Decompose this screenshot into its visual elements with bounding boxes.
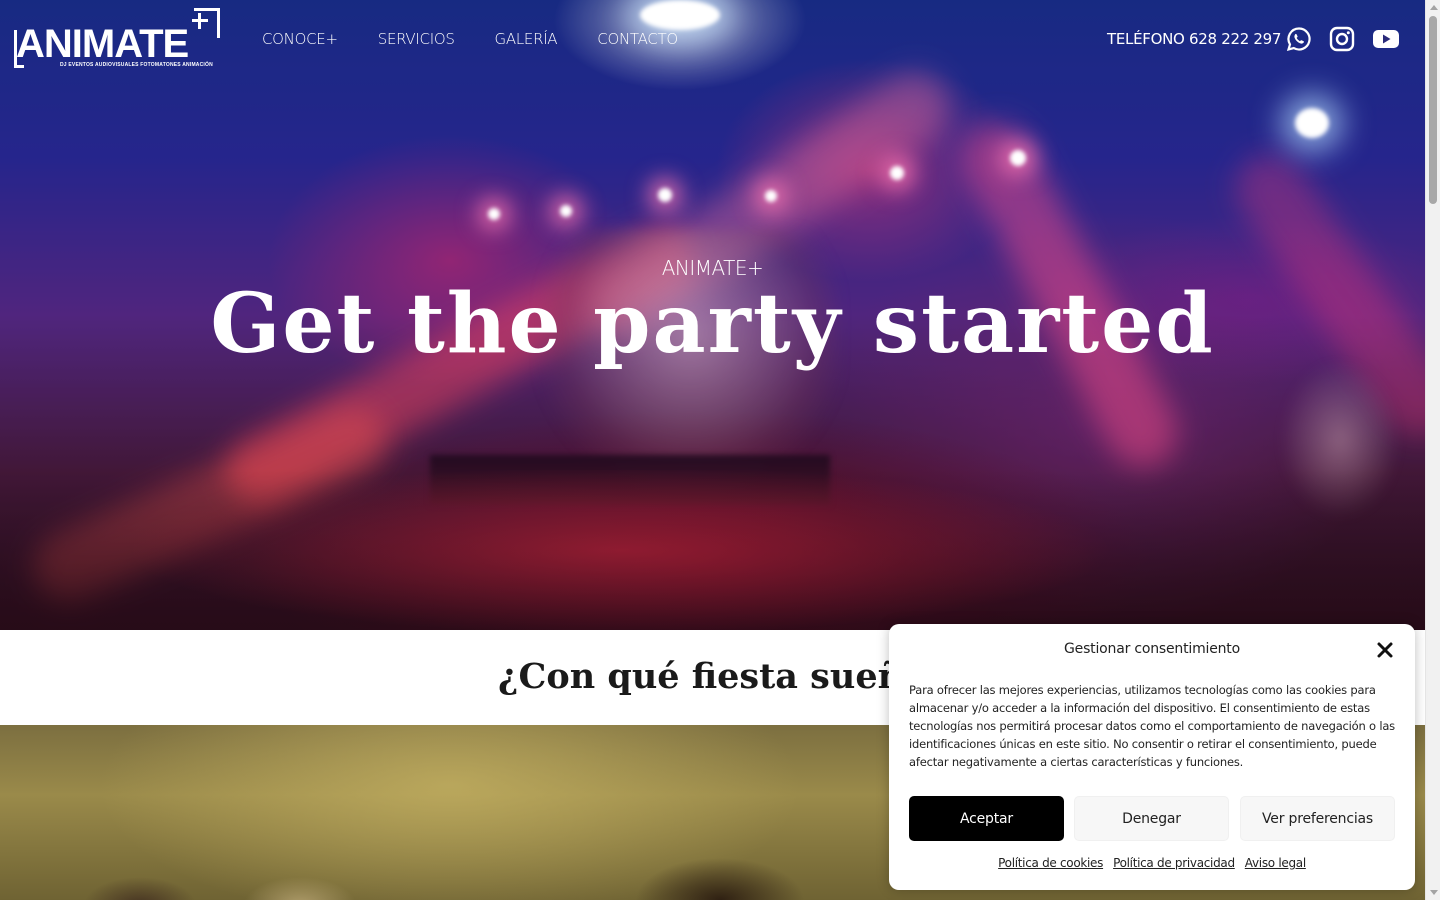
instagram-icon[interactable] bbox=[1329, 26, 1355, 52]
consent-links: Política de cookies Política de privacid… bbox=[889, 856, 1415, 870]
consent-body: Para ofrecer las mejores experiencias, u… bbox=[909, 683, 1395, 769]
whatsapp-icon[interactable] bbox=[1286, 26, 1312, 52]
scroll-up-arrow-icon[interactable] bbox=[1430, 5, 1438, 10]
legal-notice-link[interactable]: Aviso legal bbox=[1245, 856, 1306, 870]
scroll-down-arrow-icon[interactable] bbox=[1430, 890, 1438, 895]
scroll-thumb[interactable] bbox=[1429, 16, 1437, 204]
logo-text: ANIMATE bbox=[16, 22, 189, 66]
site-logo[interactable]: ANIMATE DJ EVENTOS AUDIOVISUALES FOTOMAT… bbox=[14, 8, 224, 72]
privacy-policy-link[interactable]: Política de privacidad bbox=[1113, 856, 1235, 870]
page-scrollbar[interactable] bbox=[1425, 0, 1440, 900]
nav-contacto[interactable]: CONTACTO bbox=[597, 30, 678, 48]
main-nav: CONOCE+ SERVICIOS GALERÍA CONTACTO bbox=[262, 30, 678, 48]
nav-galeria[interactable]: GALERÍA bbox=[495, 30, 558, 48]
youtube-icon[interactable] bbox=[1372, 26, 1400, 52]
nav-servicios[interactable]: SERVICIOS bbox=[378, 30, 455, 48]
close-icon[interactable] bbox=[1375, 640, 1395, 660]
accept-button[interactable]: Aceptar bbox=[909, 796, 1064, 841]
logo-tagline: DJ EVENTOS AUDIOVISUALES FOTOMATONES ANI… bbox=[60, 62, 213, 68]
phone-number[interactable]: TELÉFONO 628 222 297 bbox=[1107, 30, 1281, 48]
cookie-consent-dialog: Gestionar consentimiento Para ofrecer la… bbox=[889, 624, 1415, 890]
nav-conoce[interactable]: CONOCE+ bbox=[262, 30, 338, 48]
site-header: ANIMATE DJ EVENTOS AUDIOVISUALES FOTOMAT… bbox=[0, 0, 1425, 80]
deny-button[interactable]: Denegar bbox=[1074, 796, 1229, 841]
preferences-button[interactable]: Ver preferencias bbox=[1240, 796, 1395, 841]
hero-title: Get the party started bbox=[210, 276, 1215, 372]
consent-title: Gestionar consentimiento bbox=[1064, 641, 1240, 657]
cookie-policy-link[interactable]: Política de cookies bbox=[998, 856, 1103, 870]
